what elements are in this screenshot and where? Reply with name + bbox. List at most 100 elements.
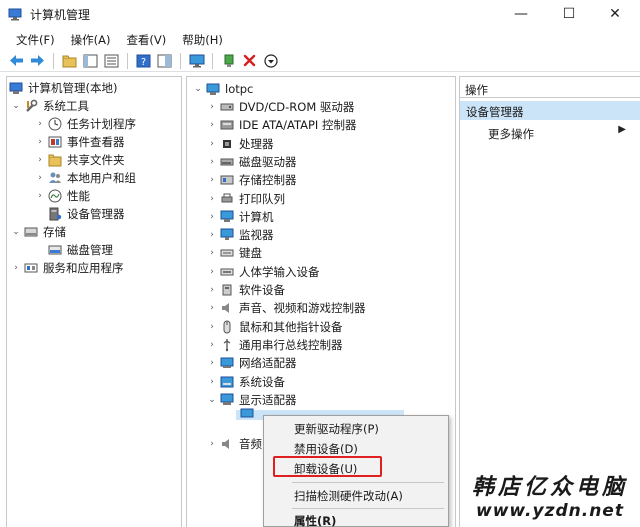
chevron-right-icon[interactable]: ›	[207, 377, 217, 387]
update-driver-button[interactable]	[220, 52, 237, 69]
device-category-row[interactable]: › IDE ATA/ATAPI 控制器	[207, 116, 356, 134]
svg-text:?: ?	[141, 57, 146, 68]
more-actions-link[interactable]: 更多操作	[488, 126, 534, 142]
watermark: 韩店亿众电脑 www.yzdn.net	[472, 469, 628, 521]
device-tree-root[interactable]: ⌄ lotpc	[193, 80, 253, 98]
chevron-down-icon[interactable]: ⌄	[11, 101, 21, 111]
up-folder-button[interactable]	[61, 52, 78, 69]
properties-view-button[interactable]	[156, 52, 173, 69]
list-view-button[interactable]	[103, 52, 120, 69]
ctx-disable-device[interactable]: 禁用设备(D)	[294, 441, 358, 457]
device-category-row[interactable]: › 系统设备	[207, 373, 285, 391]
tree-item-disk-management[interactable]: 磁盘管理	[48, 241, 113, 259]
chevron-right-icon[interactable]: ›	[207, 102, 217, 112]
tree-item-device-manager[interactable]: 设备管理器	[48, 205, 125, 223]
tree-item-services-apps[interactable]: › 服务和应用程序	[11, 259, 124, 277]
device-category-row[interactable]: › 网络适配器	[207, 354, 296, 372]
dvd-drive-icon	[220, 100, 234, 114]
chevron-right-icon[interactable]: ›	[207, 248, 217, 258]
chevron-right-icon[interactable]: ›	[207, 358, 217, 368]
storage-controller-icon	[220, 173, 234, 187]
close-button[interactable]: ✕	[592, 0, 638, 28]
device-category-label: 人体学输入设备	[239, 265, 320, 279]
ctx-scan-hardware[interactable]: 扫描检测硬件改动(A)	[294, 488, 403, 504]
device-category-row[interactable]: › 软件设备	[207, 281, 285, 299]
menu-view[interactable]: 查看(V)	[118, 29, 174, 49]
device-category-row[interactable]: › 监视器	[207, 226, 273, 244]
chevron-right-icon[interactable]: ›	[207, 285, 217, 295]
close-icon: ✕	[609, 6, 621, 22]
tree-item-computer-management[interactable]: 计算机管理(本地)	[9, 79, 117, 97]
chevron-right-icon[interactable]: ›	[11, 263, 21, 273]
minimize-button[interactable]: —	[498, 0, 544, 28]
back-button[interactable]	[8, 52, 25, 69]
device-category-row[interactable]: › 计算机	[207, 208, 273, 226]
chevron-down-icon[interactable]: ⌄	[11, 227, 21, 237]
device-category-row[interactable]: › 通用串行总线控制器	[207, 336, 342, 354]
chevron-right-icon[interactable]: ›	[207, 120, 217, 130]
device-category-label: 软件设备	[239, 283, 285, 297]
device-category-row[interactable]: › 磁盘驱动器	[207, 153, 296, 171]
device-category-label: 显示适配器	[239, 393, 297, 407]
ide-controller-icon	[220, 118, 234, 132]
chevron-right-icon[interactable]: ›	[35, 191, 45, 201]
tree-item-shared-folders[interactable]: › 共享文件夹	[35, 151, 124, 169]
forward-button[interactable]	[29, 52, 46, 69]
tree-item-local-users[interactable]: › 本地用户和组	[35, 169, 136, 187]
device-category-row[interactable]: › 存储控制器	[207, 171, 296, 189]
red-highlight-box	[273, 456, 382, 477]
chevron-down-icon[interactable]: ⌄	[207, 395, 217, 405]
device-category-row[interactable]: › 键盘	[207, 244, 262, 262]
device-category-row[interactable]: › 处理器	[207, 135, 273, 153]
tree-item-label: 服务和应用程序	[43, 261, 124, 275]
chevron-right-icon[interactable]: ›	[207, 303, 217, 313]
device-category-row[interactable]: › 声音、视频和游戏控制器	[207, 299, 365, 317]
chevron-down-icon[interactable]: ⌄	[193, 84, 203, 94]
triangle-right-icon[interactable]: ▶	[618, 124, 626, 135]
monitor-icon	[189, 54, 204, 67]
enable-device-button[interactable]	[262, 52, 279, 69]
device-category-row[interactable]: › DVD/CD-ROM 驱动器	[207, 98, 354, 116]
device-category-partial[interactable]: › 音频	[207, 435, 262, 453]
menu-file[interactable]: 文件(F)	[8, 29, 63, 49]
show-tree-button[interactable]	[82, 52, 99, 69]
actions-selected-item[interactable]: 设备管理器	[460, 101, 640, 120]
menu-action[interactable]: 操作(A)	[63, 29, 119, 49]
chevron-right-icon[interactable]: ›	[207, 194, 217, 204]
performance-icon	[48, 189, 62, 203]
device-category-row[interactable]: › 打印队列	[207, 190, 285, 208]
tree-item-performance[interactable]: › 性能	[35, 187, 90, 205]
chevron-right-icon[interactable]: ›	[207, 340, 217, 350]
device-category-label: DVD/CD-ROM 驱动器	[239, 100, 355, 114]
device-category-row[interactable]: › 人体学输入设备	[207, 263, 320, 281]
chevron-right-icon[interactable]: ›	[207, 439, 217, 449]
chevron-right-icon[interactable]: ›	[207, 139, 217, 149]
tree-item-storage[interactable]: ⌄ 存储	[11, 223, 66, 241]
help-button[interactable]: ?	[135, 52, 152, 69]
chevron-right-icon[interactable]: ›	[35, 119, 45, 129]
chevron-right-icon[interactable]: ›	[207, 267, 217, 277]
maximize-button[interactable]: ☐	[546, 0, 592, 28]
menu-help[interactable]: 帮助(H)	[174, 29, 231, 49]
chevron-right-icon[interactable]: ›	[207, 175, 217, 185]
chevron-right-icon[interactable]: ›	[207, 322, 217, 332]
tree-item-system-tools[interactable]: ⌄ 系统工具	[11, 97, 89, 115]
ctx-update-driver[interactable]: 更新驱动程序(P)	[294, 421, 379, 437]
context-menu-separator	[292, 482, 444, 483]
ctx-properties[interactable]: 属性(R)	[294, 513, 336, 527]
chevron-right-icon[interactable]: ›	[207, 230, 217, 240]
chevron-right-icon[interactable]: ›	[35, 173, 45, 183]
speaker-icon	[220, 301, 234, 315]
chevron-right-icon[interactable]: ›	[35, 137, 45, 147]
chevron-right-icon[interactable]: ›	[35, 155, 45, 165]
tree-item-event-viewer[interactable]: › 事件查看器	[35, 133, 124, 151]
toolbar-separator	[127, 52, 128, 69]
chevron-right-icon[interactable]: ›	[207, 212, 217, 222]
monitor-button[interactable]	[188, 52, 205, 69]
device-category-row[interactable]: › 鼠标和其他指针设备	[207, 318, 342, 336]
device-category-row[interactable]: ⌄ 显示适配器	[207, 391, 297, 409]
keyboard-icon	[220, 246, 234, 260]
uninstall-button[interactable]	[241, 52, 258, 69]
chevron-right-icon[interactable]: ›	[207, 157, 217, 167]
tree-item-task-scheduler[interactable]: › 任务计划程序	[35, 115, 136, 133]
